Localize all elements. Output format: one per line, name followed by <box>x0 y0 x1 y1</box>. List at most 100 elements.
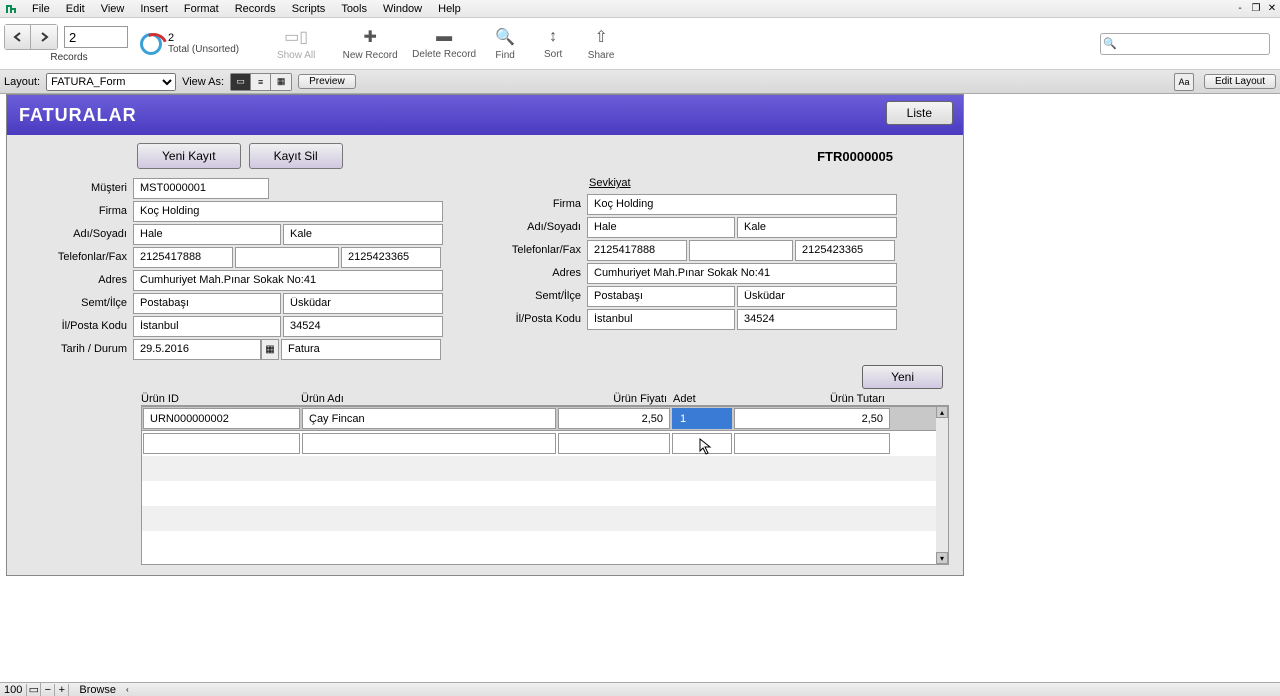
lbl-semt-r: Semt/İlçe <box>467 290 587 302</box>
r-il-input[interactable] <box>587 309 735 330</box>
sevkiyat-link[interactable]: Sevkiyat <box>589 177 631 189</box>
r-tel2-input[interactable] <box>689 240 793 261</box>
menu-scripts[interactable]: Scripts <box>284 1 334 17</box>
view-form-button[interactable]: ▭ <box>231 74 251 90</box>
app-icon <box>4 2 18 16</box>
zoom-value[interactable]: 100 <box>0 684 27 696</box>
scroll-down-icon[interactable]: ▾ <box>936 552 948 564</box>
menu-file[interactable]: File <box>24 1 58 17</box>
tarih-input[interactable] <box>133 339 261 360</box>
menu-help[interactable]: Help <box>430 1 469 17</box>
mode-chevron-icon[interactable]: ‹ <box>126 685 129 694</box>
durum-input[interactable] <box>281 339 441 360</box>
r-firma-input[interactable] <box>587 194 897 215</box>
semt-input[interactable] <box>133 293 281 314</box>
fax-input[interactable] <box>341 247 441 268</box>
row-adet[interactable] <box>672 433 732 454</box>
row-tutar[interactable] <box>734 408 890 429</box>
zoom-out[interactable]: − <box>41 684 55 696</box>
total-count: 2 <box>168 32 239 44</box>
menu-window[interactable]: Window <box>375 1 430 17</box>
zoom-lock[interactable]: ▭ <box>27 683 41 696</box>
menu-bar: File Edit View Insert Format Records Scr… <box>0 0 1280 18</box>
kayit-sil-button[interactable]: Kayıt Sil <box>249 143 343 169</box>
portal-row-empty <box>142 531 938 556</box>
row-fiyat[interactable] <box>558 408 670 429</box>
r-tel1-input[interactable] <box>587 240 687 261</box>
calendar-icon[interactable]: ▦ <box>261 339 279 360</box>
sort-button[interactable]: ↕ Sort <box>529 20 577 68</box>
row-fiyat[interactable] <box>558 433 670 454</box>
mode-label[interactable]: Browse <box>69 684 126 696</box>
window-minimize[interactable]: - <box>1232 3 1248 14</box>
zoom-in[interactable]: + <box>55 684 69 696</box>
formatting-bar-toggle[interactable]: Aa <box>1174 73 1194 91</box>
layout-select[interactable]: FATURA_Form <box>46 73 176 91</box>
delete-record-button[interactable]: ▬ Delete Record <box>407 20 481 68</box>
scroll-up-icon[interactable]: ▴ <box>936 406 948 418</box>
row-urunid[interactable] <box>143 408 300 429</box>
portal-row[interactable] <box>142 431 938 456</box>
show-all-icon: ▭▯ <box>284 27 308 47</box>
portal-row-empty <box>142 456 938 481</box>
r-ilce-input[interactable] <box>737 286 897 307</box>
ilce-input[interactable] <box>283 293 443 314</box>
firma-input[interactable] <box>133 201 443 222</box>
musteri-input[interactable] <box>133 178 269 199</box>
lbl-musteri: Müşteri <box>7 182 133 194</box>
row-adet[interactable] <box>672 408 732 429</box>
find-button[interactable]: 🔍 Find <box>481 20 529 68</box>
quick-search[interactable]: 🔍 <box>1100 33 1270 55</box>
r-semt-input[interactable] <box>587 286 735 307</box>
yeni-portal-button[interactable]: Yeni <box>862 365 943 389</box>
layout-bar: Layout: FATURA_Form View As: ▭ ≡ ▦ Previ… <box>0 70 1280 94</box>
view-table-button[interactable]: ▦ <box>271 74 291 90</box>
menu-tools[interactable]: Tools <box>333 1 375 17</box>
edit-layout-button[interactable]: Edit Layout <box>1204 74 1276 89</box>
menu-view[interactable]: View <box>93 1 133 17</box>
preview-button[interactable]: Preview <box>298 74 356 89</box>
row-urunad[interactable] <box>302 408 556 429</box>
tel2-input[interactable] <box>235 247 339 268</box>
menu-format[interactable]: Format <box>176 1 227 17</box>
r-ad-input[interactable] <box>587 217 735 238</box>
r-soyad-input[interactable] <box>737 217 897 238</box>
search-small-icon: 🔍 <box>1101 37 1119 50</box>
quick-search-input[interactable] <box>1119 35 1269 53</box>
portal-row[interactable] <box>142 406 938 431</box>
window-restore[interactable]: ❐ <box>1248 3 1264 14</box>
records-label: Records <box>50 52 87 63</box>
row-tutar[interactable] <box>734 433 890 454</box>
menu-records[interactable]: Records <box>227 1 284 17</box>
soyad-input[interactable] <box>283 224 443 245</box>
portal-scrollbar[interactable]: ▴ ▾ <box>936 406 948 564</box>
row-urunid[interactable] <box>143 433 300 454</box>
view-list-button[interactable]: ≡ <box>251 74 271 90</box>
nav-next-button[interactable] <box>31 25 57 49</box>
layout-label: Layout: <box>4 76 40 88</box>
row-urunad[interactable] <box>302 433 556 454</box>
il-input[interactable] <box>133 316 281 337</box>
lbl-firma-r: Firma <box>467 198 587 210</box>
nav-prev-button[interactable] <box>5 25 31 49</box>
header-band: FATURALAR Liste <box>7 95 963 135</box>
ad-input[interactable] <box>133 224 281 245</box>
yeni-kayit-button[interactable]: Yeni Kayıt <box>137 143 241 169</box>
new-record-button[interactable]: ✚ New Record <box>333 20 407 68</box>
show-all-button[interactable]: ▭▯ Show All <box>259 20 333 68</box>
posta-input[interactable] <box>283 316 443 337</box>
record-number-input[interactable] <box>64 26 128 48</box>
window-close[interactable]: ✕ <box>1264 3 1280 14</box>
content-scroll[interactable]: FATURALAR Liste Yeni Kayıt Kayıt Sil FTR… <box>0 94 1280 682</box>
r-fax-input[interactable] <box>795 240 895 261</box>
share-button[interactable]: ⇧ Share <box>577 20 625 68</box>
liste-button[interactable]: Liste <box>886 101 953 125</box>
r-posta-input[interactable] <box>737 309 897 330</box>
tel1-input[interactable] <box>133 247 233 268</box>
viewas-label: View As: <box>182 76 224 88</box>
page-title: FATURALAR <box>19 105 137 126</box>
menu-insert[interactable]: Insert <box>132 1 176 17</box>
adres-input[interactable] <box>133 270 443 291</box>
menu-edit[interactable]: Edit <box>58 1 93 17</box>
r-adres-input[interactable] <box>587 263 897 284</box>
